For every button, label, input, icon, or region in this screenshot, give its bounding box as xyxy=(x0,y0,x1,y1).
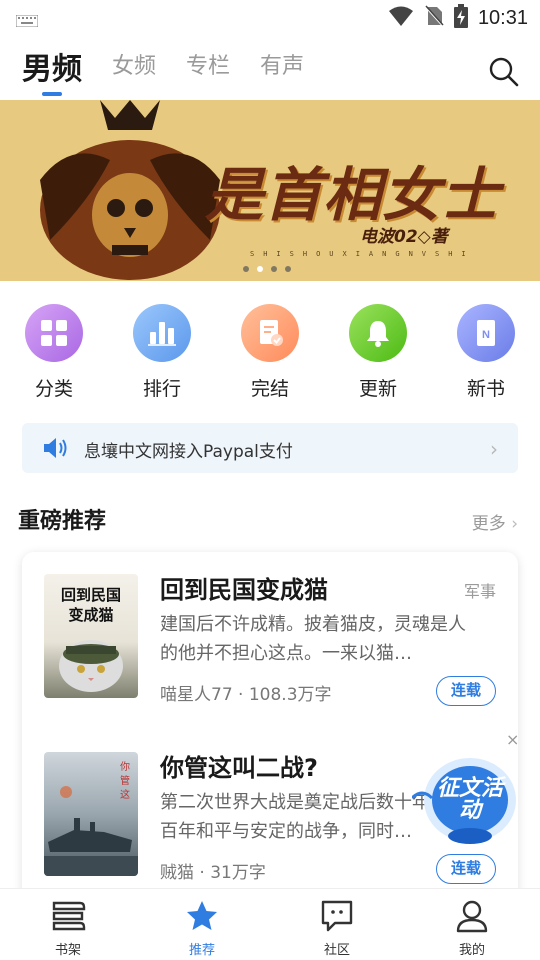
chevron-right-icon: › xyxy=(490,437,498,461)
no-sim-icon xyxy=(424,5,444,31)
book-description: 建国后不许成精。披着猫皮，灵魂是人的他并不担心这点。一来以猫… xyxy=(160,614,466,664)
wifi-icon xyxy=(388,5,414,31)
nav-profile[interactable]: 我的 xyxy=(432,899,512,958)
more-link-label: 更多 xyxy=(471,514,506,534)
search-icon[interactable] xyxy=(488,56,520,88)
book-meta: 贼猫 · 31万字 xyxy=(160,863,266,883)
pagination-dot xyxy=(271,266,277,272)
pagination-dot xyxy=(243,266,249,272)
recommendation-card: 回到民国 变成猫 回到民国变成猫 军事 建国后不许成精。披着猫皮，灵魂是人的他并… xyxy=(22,552,518,912)
nav-label: 书架 xyxy=(54,943,81,958)
top-tab-bar: 男频 女频 专栏 有声 xyxy=(0,36,540,100)
promo-banner[interactable]: 是首相女士 电波02◇著 SHISHOUXIANGNVSHI xyxy=(0,100,540,281)
active-tab-indicator xyxy=(42,92,62,96)
banner-subtitle: SHISHOUXIANGNVSHI xyxy=(250,250,475,258)
banner-title: 是首相女士 xyxy=(205,161,501,229)
status-bar: 10:31 xyxy=(0,0,540,36)
section-title: 重磅推荐 xyxy=(18,509,107,534)
speaker-icon xyxy=(42,436,70,464)
svg-text:管: 管 xyxy=(120,774,130,787)
battery-charging-icon xyxy=(453,4,468,32)
serializing-badge[interactable]: 连载 xyxy=(436,854,496,884)
book-title: 你管这叫二战? xyxy=(160,754,318,782)
svg-text:N: N xyxy=(482,329,490,341)
tab-column[interactable]: 专栏 xyxy=(186,48,230,80)
bookshelf-icon xyxy=(52,901,86,931)
contest-promo-text: 征文活动 xyxy=(436,776,503,823)
bar-chart-icon xyxy=(133,304,191,362)
pagination-dot-active xyxy=(257,266,263,272)
new-book-icon: N xyxy=(457,304,515,362)
contest-promo-badge[interactable]: 征文活动 xyxy=(410,738,518,846)
svg-text:你: 你 xyxy=(120,760,130,773)
tab-female[interactable]: 女频 xyxy=(112,48,156,80)
quick-item-label: 完结 xyxy=(250,378,289,400)
quick-item-label: 分类 xyxy=(34,378,73,400)
nav-community[interactable]: 社区 xyxy=(297,899,377,958)
serializing-badge[interactable]: 连载 xyxy=(436,676,496,706)
quick-menu: 分类 排行 完结 更新 N 新书 xyxy=(0,300,540,410)
quick-item-finished[interactable]: 完结 xyxy=(230,304,310,401)
document-check-icon xyxy=(241,304,299,362)
quick-item-new-books[interactable]: N 新书 xyxy=(446,304,526,401)
book-title: 回到民国变成猫 xyxy=(160,576,328,604)
pagination-dot xyxy=(285,266,291,272)
clock: 10:31 xyxy=(477,6,528,29)
book-meta: 喵星人77 · 108.3万字 xyxy=(160,685,332,705)
quick-item-label: 更新 xyxy=(358,378,397,400)
tab-audio[interactable]: 有声 xyxy=(260,48,304,80)
banner-pagination xyxy=(243,266,291,272)
book-cover-image: 你 管 这 xyxy=(44,752,138,876)
quick-item-label: 新书 xyxy=(466,378,505,400)
keyboard-icon xyxy=(15,12,39,31)
quick-item-label: 排行 xyxy=(142,378,181,400)
bell-icon xyxy=(349,304,407,362)
eagle-emblem-image xyxy=(40,100,220,280)
svg-text:这: 这 xyxy=(120,788,130,801)
quick-item-category[interactable]: 分类 xyxy=(14,304,94,401)
nav-label: 社区 xyxy=(323,943,350,958)
book-genre: 军事 xyxy=(463,582,496,601)
announcement-text: 息壤中文网接入Paypal支付 xyxy=(84,442,293,462)
book-item[interactable]: 回到民国 变成猫 回到民国变成猫 军事 建国后不许成精。披着猫皮，灵魂是人的他并… xyxy=(22,552,518,706)
chevron-right-icon: › xyxy=(511,514,518,534)
nav-bookshelf[interactable]: 书架 xyxy=(28,899,108,958)
banner-author: 电波02◇著 xyxy=(360,227,448,247)
grid-icon xyxy=(25,304,83,362)
quick-item-ranking[interactable]: 排行 xyxy=(122,304,202,401)
more-link[interactable]: 更多 › xyxy=(472,509,518,534)
svg-text:变成猫: 变成猫 xyxy=(68,606,113,624)
nav-label: 我的 xyxy=(458,943,485,958)
tab-male[interactable]: 男频 xyxy=(22,44,82,88)
quick-item-updates[interactable]: 更新 xyxy=(338,304,418,401)
star-icon xyxy=(187,901,217,930)
bottom-nav: 书架 推荐 社区 我的 xyxy=(0,888,540,960)
nav-recommend[interactable]: 推荐 xyxy=(162,899,242,958)
close-icon[interactable]: × xyxy=(506,730,519,749)
svg-text:回到民国: 回到民国 xyxy=(61,586,121,604)
user-icon xyxy=(456,900,488,933)
nav-label: 推荐 xyxy=(188,943,215,958)
announcement-bar[interactable]: 息壤中文网接入Paypal支付 › xyxy=(22,423,518,473)
book-cover-image: 回到民国 变成猫 xyxy=(44,574,138,698)
chat-icon xyxy=(321,900,353,932)
